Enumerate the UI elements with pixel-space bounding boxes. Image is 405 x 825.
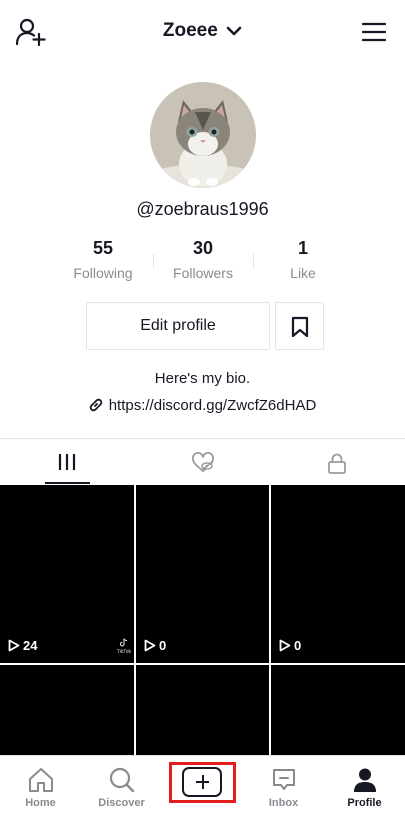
account-switcher[interactable]: Zoeee — [0, 20, 405, 42]
profile-header: Zoeee — [0, 0, 405, 64]
tab-videos[interactable] — [0, 439, 135, 485]
view-count-value: 0 — [159, 638, 167, 653]
watermark-text: TikTok — [116, 649, 131, 655]
create-video-button[interactable] — [182, 767, 222, 797]
avatar[interactable] — [150, 82, 256, 188]
tiktok-watermark: TikTok — [117, 638, 131, 655]
stat-followers[interactable]: 30 Followers — [153, 238, 253, 281]
following-count: 55 — [92, 238, 114, 258]
video-thumbnail[interactable]: 0 — [271, 485, 405, 663]
bookmark-icon — [291, 316, 309, 338]
favorites-button[interactable] — [275, 302, 324, 350]
tab-liked[interactable] — [135, 439, 270, 485]
grid-icon — [58, 454, 76, 470]
nav-discover-label: Discover — [98, 797, 145, 809]
inbox-icon — [273, 769, 295, 790]
nav-inbox[interactable]: Inbox — [243, 756, 324, 825]
bio-text: Here's my bio. — [154, 370, 251, 387]
nav-home-label: Home — [25, 797, 56, 809]
bio-link[interactable]: https://discord.gg/ZwcfZ6dHAD — [0, 397, 405, 414]
likes-label: Like — [290, 265, 316, 281]
bio-link-text: https://discord.gg/ZwcfZ6dHAD — [108, 397, 317, 414]
view-count: 0 — [144, 638, 166, 653]
followers-count: 30 — [192, 238, 214, 258]
search-icon — [109, 767, 135, 793]
chevron-down-icon — [226, 26, 242, 36]
play-icon — [8, 639, 20, 652]
stat-following[interactable]: 55 Following — [53, 238, 153, 281]
profile-stats: 55 Following 30 Followers 1 Like — [53, 238, 353, 288]
tiktok-logo-icon — [119, 638, 127, 647]
lock-icon — [328, 453, 346, 474]
link-icon — [89, 398, 102, 412]
nav-profile-label: Profile — [347, 797, 382, 809]
video-thumbnail[interactable] — [136, 665, 269, 755]
nav-home[interactable]: Home — [0, 756, 81, 825]
hidden-heart-icon — [192, 452, 214, 472]
video-thumbnail[interactable]: TikTok 24 — [0, 485, 134, 663]
view-count-value: 24 — [23, 638, 38, 653]
nav-inbox-label: Inbox — [268, 797, 299, 809]
video-thumbnail[interactable]: 0 — [136, 485, 269, 663]
play-icon — [144, 639, 156, 652]
view-count: 0 — [279, 638, 301, 653]
view-count: 24 — [8, 638, 37, 653]
home-icon — [29, 768, 53, 792]
view-count-value: 0 — [294, 638, 302, 653]
profile-icon — [354, 768, 376, 792]
followers-label: Followers — [173, 265, 233, 281]
kitten-photo — [150, 82, 256, 188]
username: @zoebraus1996 — [136, 199, 269, 219]
video-thumbnail[interactable] — [0, 665, 134, 755]
account-name: Zoeee — [162, 20, 218, 41]
play-icon — [279, 639, 291, 652]
following-label: Following — [73, 265, 133, 281]
video-thumbnail[interactable] — [271, 665, 405, 755]
plus-icon — [201, 775, 204, 789]
nav-profile[interactable]: Profile — [324, 756, 405, 825]
stat-likes[interactable]: 1 Like — [253, 238, 353, 281]
active-tab-indicator — [45, 482, 90, 484]
edit-profile-button[interactable]: Edit profile — [86, 302, 270, 350]
video-grid: TikTok 24 0 0 — [0, 485, 405, 755]
hamburger-menu-icon[interactable] — [362, 22, 386, 42]
tab-private[interactable] — [270, 439, 405, 485]
profile-tabs — [0, 438, 405, 485]
likes-count: 1 — [297, 238, 308, 258]
nav-discover[interactable]: Discover — [81, 756, 162, 825]
